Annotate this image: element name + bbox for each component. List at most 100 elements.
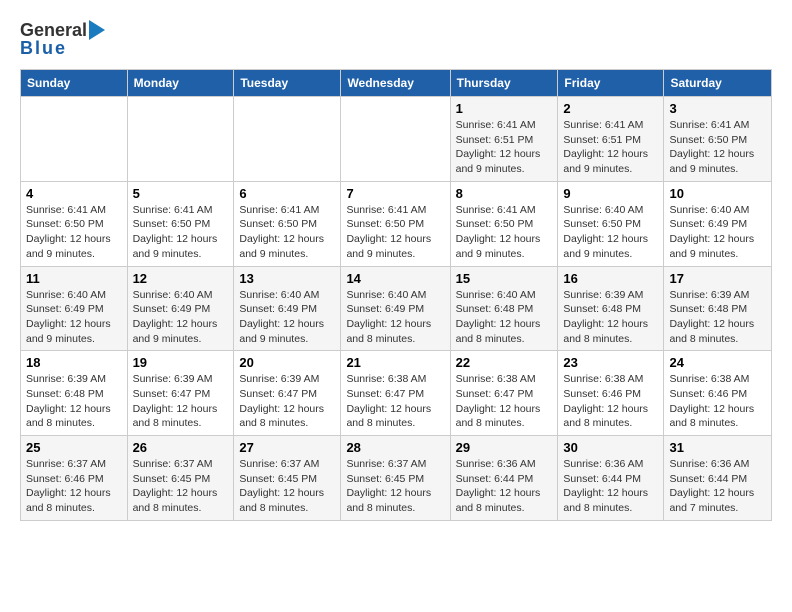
page-header: General Blue (20, 20, 772, 59)
calendar-cell: 8 Sunrise: 6:41 AM Sunset: 6:50 PM Daylig… (450, 181, 558, 266)
calendar-cell: 28Sunrise: 6:37 AM Sunset: 6:45 PM Dayli… (341, 436, 450, 521)
day-info: Sunrise: 6:41 AM Sunset: 6:50 PM Dayligh… (346, 203, 444, 262)
calendar-week-row: 18 Sunrise: 6:39 AM Sunset: 6:48 PM Dayli… (21, 351, 772, 436)
day-number: 3 (669, 101, 766, 116)
calendar-cell: 31Sunrise: 6:36 AM Sunset: 6:44 PM Dayli… (664, 436, 772, 521)
day-info: Sunrise: 6:39 AM Sunset: 6:48 PM Dayligh… (26, 372, 122, 431)
calendar-week-row: 4 Sunrise: 6:41 AM Sunset: 6:50 PM Daylig… (21, 181, 772, 266)
day-info: Sunrise: 6:38 AM Sunset: 6:47 PM Dayligh… (346, 372, 444, 431)
calendar-cell: 21 Sunrise: 6:38 AM Sunset: 6:47 PM Dayli… (341, 351, 450, 436)
day-number: 4 (26, 186, 122, 201)
col-sunday: Sunday (21, 70, 128, 97)
day-info: Sunrise: 6:37 AM Sunset: 6:45 PM Dayligh… (239, 457, 335, 516)
day-info: Sunrise: 6:39 AM Sunset: 6:47 PM Dayligh… (133, 372, 229, 431)
day-number: 17 (669, 271, 766, 286)
day-number: 29 (456, 440, 553, 455)
day-number: 22 (456, 355, 553, 370)
day-number: 25 (26, 440, 122, 455)
day-info: Sunrise: 6:40 AM Sunset: 6:49 PM Dayligh… (239, 288, 335, 347)
calendar-cell: 15 Sunrise: 6:40 AM Sunset: 6:48 PM Dayli… (450, 266, 558, 351)
day-info: Sunrise: 6:41 AM Sunset: 6:51 PM Dayligh… (563, 118, 658, 177)
col-friday: Friday (558, 70, 664, 97)
calendar-cell: 27 Sunrise: 6:37 AM Sunset: 6:45 PM Dayli… (234, 436, 341, 521)
day-number: 8 (456, 186, 553, 201)
calendar-week-row: 1 Sunrise: 6:41 AM Sunset: 6:51 PM Daylig… (21, 97, 772, 182)
day-info: Sunrise: 6:39 AM Sunset: 6:48 PM Dayligh… (563, 288, 658, 347)
calendar-cell: 18 Sunrise: 6:39 AM Sunset: 6:48 PM Dayli… (21, 351, 128, 436)
day-number: 26 (133, 440, 229, 455)
day-number: 12 (133, 271, 229, 286)
calendar-cell: 25 Sunrise: 6:37 AM Sunset: 6:46 PM Dayli… (21, 436, 128, 521)
calendar-week-row: 25 Sunrise: 6:37 AM Sunset: 6:46 PM Dayli… (21, 436, 772, 521)
day-info: Sunrise: 6:38 AM Sunset: 6:46 PM Dayligh… (669, 372, 766, 431)
calendar-body: 1 Sunrise: 6:41 AM Sunset: 6:51 PM Daylig… (21, 97, 772, 521)
day-info: Sunrise: 6:37 AM Sunset: 6:45 PM Dayligh… (133, 457, 229, 516)
day-info: Sunrise: 6:38 AM Sunset: 6:47 PM Dayligh… (456, 372, 553, 431)
day-info: Sunrise: 6:41 AM Sunset: 6:50 PM Dayligh… (239, 203, 335, 262)
day-number: 14 (346, 271, 444, 286)
day-number: 2 (563, 101, 658, 116)
calendar-cell: 13 Sunrise: 6:40 AM Sunset: 6:49 PM Dayli… (234, 266, 341, 351)
calendar-cell: 5Sunrise: 6:41 AM Sunset: 6:50 PM Daylig… (127, 181, 234, 266)
calendar-cell: 3Sunrise: 6:41 AM Sunset: 6:50 PM Daylig… (664, 97, 772, 182)
day-info: Sunrise: 6:39 AM Sunset: 6:47 PM Dayligh… (239, 372, 335, 431)
day-info: Sunrise: 6:41 AM Sunset: 6:50 PM Dayligh… (456, 203, 553, 262)
day-info: Sunrise: 6:41 AM Sunset: 6:51 PM Dayligh… (456, 118, 553, 177)
calendar-cell: 19 Sunrise: 6:39 AM Sunset: 6:47 PM Dayli… (127, 351, 234, 436)
day-info: Sunrise: 6:36 AM Sunset: 6:44 PM Dayligh… (456, 457, 553, 516)
day-info: Sunrise: 6:36 AM Sunset: 6:44 PM Dayligh… (669, 457, 766, 516)
day-number: 15 (456, 271, 553, 286)
day-number: 18 (26, 355, 122, 370)
day-info: Sunrise: 6:38 AM Sunset: 6:46 PM Dayligh… (563, 372, 658, 431)
calendar-cell: 11 Sunrise: 6:40 AM Sunset: 6:49 PM Dayli… (21, 266, 128, 351)
calendar-week-row: 11 Sunrise: 6:40 AM Sunset: 6:49 PM Dayli… (21, 266, 772, 351)
calendar-cell (21, 97, 128, 182)
day-number: 10 (669, 186, 766, 201)
logo-arrow-icon (89, 20, 105, 40)
day-number: 28 (346, 440, 444, 455)
calendar-cell: 24 Sunrise: 6:38 AM Sunset: 6:46 PM Dayli… (664, 351, 772, 436)
day-info: Sunrise: 6:41 AM Sunset: 6:50 PM Dayligh… (26, 203, 122, 262)
day-info: Sunrise: 6:40 AM Sunset: 6:48 PM Dayligh… (456, 288, 553, 347)
col-tuesday: Tuesday (234, 70, 341, 97)
calendar-cell: 9Sunrise: 6:40 AM Sunset: 6:50 PM Daylig… (558, 181, 664, 266)
col-monday: Monday (127, 70, 234, 97)
calendar-cell (234, 97, 341, 182)
calendar-cell: 6 Sunrise: 6:41 AM Sunset: 6:50 PM Daylig… (234, 181, 341, 266)
col-wednesday: Wednesday (341, 70, 450, 97)
calendar-cell: 22 Sunrise: 6:38 AM Sunset: 6:47 PM Dayli… (450, 351, 558, 436)
calendar-cell: 7Sunrise: 6:41 AM Sunset: 6:50 PM Daylig… (341, 181, 450, 266)
day-number: 23 (563, 355, 658, 370)
day-number: 1 (456, 101, 553, 116)
day-info: Sunrise: 6:36 AM Sunset: 6:44 PM Dayligh… (563, 457, 658, 516)
calendar-cell: 10 Sunrise: 6:40 AM Sunset: 6:49 PM Dayli… (664, 181, 772, 266)
calendar-header-row: Sunday Monday Tuesday Wednesday Thursday… (21, 70, 772, 97)
day-number: 27 (239, 440, 335, 455)
calendar-cell: 30 Sunrise: 6:36 AM Sunset: 6:44 PM Dayli… (558, 436, 664, 521)
day-number: 24 (669, 355, 766, 370)
day-info: Sunrise: 6:40 AM Sunset: 6:49 PM Dayligh… (26, 288, 122, 347)
day-info: Sunrise: 6:37 AM Sunset: 6:46 PM Dayligh… (26, 457, 122, 516)
calendar-cell: 23 Sunrise: 6:38 AM Sunset: 6:46 PM Dayli… (558, 351, 664, 436)
calendar-cell: 20Sunrise: 6:39 AM Sunset: 6:47 PM Dayli… (234, 351, 341, 436)
calendar-cell: 4 Sunrise: 6:41 AM Sunset: 6:50 PM Daylig… (21, 181, 128, 266)
calendar-cell: 17 Sunrise: 6:39 AM Sunset: 6:48 PM Dayli… (664, 266, 772, 351)
day-info: Sunrise: 6:40 AM Sunset: 6:49 PM Dayligh… (133, 288, 229, 347)
day-number: 21 (346, 355, 444, 370)
day-number: 13 (239, 271, 335, 286)
calendar-cell: 1 Sunrise: 6:41 AM Sunset: 6:51 PM Daylig… (450, 97, 558, 182)
day-number: 5 (133, 186, 229, 201)
col-saturday: Saturday (664, 70, 772, 97)
day-number: 6 (239, 186, 335, 201)
calendar-cell: 29 Sunrise: 6:36 AM Sunset: 6:44 PM Dayli… (450, 436, 558, 521)
day-info: Sunrise: 6:39 AM Sunset: 6:48 PM Dayligh… (669, 288, 766, 347)
calendar-cell (341, 97, 450, 182)
day-number: 30 (563, 440, 658, 455)
day-info: Sunrise: 6:40 AM Sunset: 6:50 PM Dayligh… (563, 203, 658, 262)
day-number: 19 (133, 355, 229, 370)
day-number: 11 (26, 271, 122, 286)
day-info: Sunrise: 6:40 AM Sunset: 6:49 PM Dayligh… (669, 203, 766, 262)
logo-blue-text: Blue (20, 38, 67, 59)
day-info: Sunrise: 6:40 AM Sunset: 6:49 PM Dayligh… (346, 288, 444, 347)
calendar-cell: 26 Sunrise: 6:37 AM Sunset: 6:45 PM Dayli… (127, 436, 234, 521)
